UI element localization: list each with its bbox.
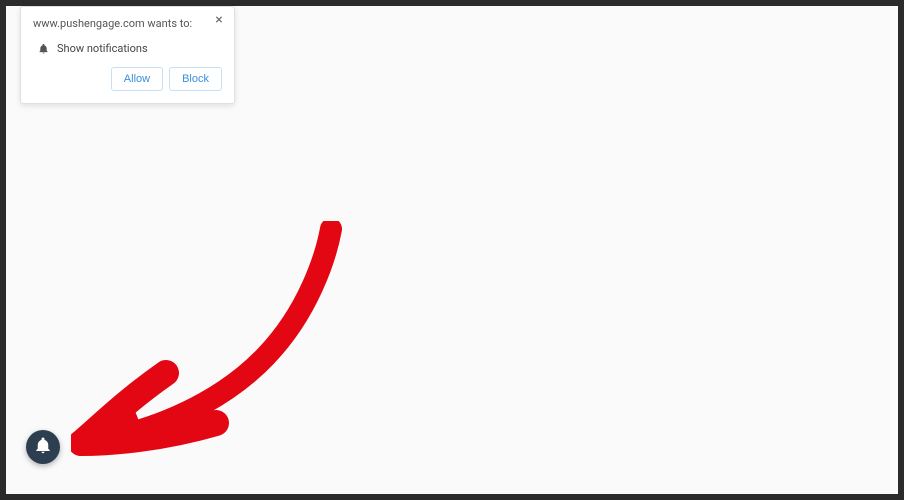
notification-permission-text: Show notifications <box>57 42 148 55</box>
block-button[interactable]: Block <box>169 67 222 91</box>
notification-buttons: Allow Block <box>33 67 222 91</box>
bell-icon <box>37 43 49 55</box>
notification-body: Show notifications <box>37 42 222 55</box>
bell-icon <box>34 436 52 458</box>
close-icon: × <box>215 13 222 27</box>
allow-button[interactable]: Allow <box>111 67 163 91</box>
floating-bell-button[interactable] <box>26 430 60 464</box>
page-canvas: × www.pushengage.com wants to: Show noti… <box>6 6 898 494</box>
close-button[interactable]: × <box>212 13 226 27</box>
annotation-arrow <box>71 221 351 461</box>
notification-permission-popup: × www.pushengage.com wants to: Show noti… <box>20 6 235 104</box>
notification-domain-text: www.pushengage.com wants to: <box>33 17 222 30</box>
